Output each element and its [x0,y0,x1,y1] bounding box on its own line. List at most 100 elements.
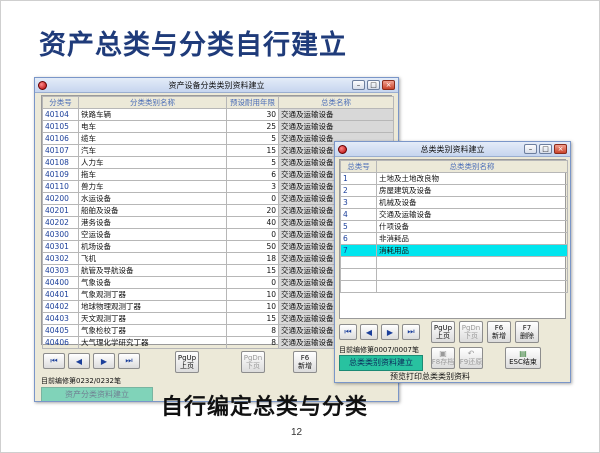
table-cell: 40104 [42,108,79,121]
table-cell: 交通及运输设备 [376,208,568,221]
table-cell: 消耗用品 [376,244,568,257]
page-up-button[interactable]: PgUp 上页 [175,351,199,373]
table-cell: 15 [226,264,279,277]
table-row[interactable]: 4 交通及运输设备 [340,208,568,221]
print-preview-link[interactable]: 预览打印总类类别资料 [390,371,470,382]
table-cell: 15 [226,312,279,325]
table-cell [340,256,377,269]
table-cell: 40106 [42,132,79,145]
delete-key: F7 [522,324,532,332]
page-down-button[interactable]: PgDn 下页 [241,351,265,373]
table-cell: 3 [340,196,377,209]
minimize-button[interactable]: – [524,144,537,154]
table-cell: 25 [226,120,279,133]
last-record-button[interactable]: ⏭ [402,324,420,340]
add-label: 新增 [298,362,312,370]
table-cell: 机场设备 [78,240,227,253]
first-record-button[interactable]: ⏮ [339,324,357,340]
table-row[interactable]: 1 土地及土地改良物 [340,172,568,185]
table-cell: 40109 [42,168,79,181]
table-cell: 港务设备 [78,216,227,229]
table-row[interactable]: 6 非消耗品 [340,232,568,245]
table-row[interactable]: 2 房屋建筑及设备 [340,184,568,197]
table-row[interactable]: 40105 电车 25 交通及运输设备 [42,120,394,133]
table-cell: 非消耗品 [376,232,568,245]
delete-button[interactable]: F7 删除 [515,321,539,343]
column-header: 预设耐用年限 [226,96,279,109]
table-cell: 15 [226,144,279,157]
page-down-button[interactable]: PgDn 下页 [459,321,483,343]
prev-record-button[interactable]: ◀ [68,353,90,369]
table-cell: 什项设备 [376,220,568,233]
table-cell: 40401 [42,288,79,301]
slide: 资产总类与分类自行建立 资产设备分类类别资料建立 – □ × 分类号 分类类别名称… [0,0,600,453]
exit-button[interactable]: ▤ ESC结束 [505,347,541,369]
table-cell: 人力车 [78,156,227,169]
table-cell: 40105 [42,120,79,133]
table-cell: 40202 [42,216,79,229]
first-record-button[interactable]: ⏮ [43,353,65,369]
table-cell: 2 [340,184,377,197]
table-cell: 40303 [42,264,79,277]
table-row[interactable]: 7 消耗用品 [340,244,568,257]
save-button[interactable]: ▣ F8存档 [431,347,455,369]
close-button[interactable]: × [554,144,567,154]
table-row[interactable]: 40104 铁路车辆 30 交通及运输设备 [42,108,394,121]
table-row[interactable]: 3 机械及设备 [340,196,568,209]
table-row[interactable]: 5 什项设备 [340,220,568,233]
table-cell: 气象检校丁器 [78,324,227,337]
next-record-button[interactable]: ▶ [93,353,115,369]
add-button[interactable]: F6 新增 [487,321,511,343]
table-cell: 0 [226,192,279,205]
table-cell [376,268,568,281]
table-cell: 5 [226,156,279,169]
last-record-button[interactable]: ⏭ [118,353,140,369]
table-cell: 机械及设备 [376,196,568,209]
minimize-button[interactable]: – [352,80,365,90]
page-down-label: 下页 [464,332,478,340]
page-up-key: PgUp [433,324,453,332]
category-window-title: 总类类别资料建立 [420,145,485,154]
restore-button[interactable]: ↶ F9还原 [459,347,483,369]
restore-icon: ↶ [467,349,475,358]
table-cell: 土地及土地改良物 [376,172,568,185]
table-cell: 0 [226,276,279,289]
table-cell: 40 [226,216,279,229]
table-cell: 40302 [42,252,79,265]
page-up-label: 上页 [436,332,450,340]
prev-record-button[interactable]: ◀ [360,324,378,340]
exit-icon: ▤ [519,349,527,358]
add-button[interactable]: F6 新增 [293,351,317,373]
page-down-key: PgDn [461,324,481,332]
category-setup-button[interactable]: 总类类别资料建立 [339,355,423,371]
table-cell: 水运设备 [78,192,227,205]
slide-subtitle: 自行编定总类与分类 [161,395,369,420]
table-cell: 40403 [42,312,79,325]
table-cell: 气象设备 [78,276,227,289]
classification-setup-button[interactable]: 资产分类资料建立 [41,387,153,401]
page-down-label: 下页 [246,362,260,370]
save-icon: ▣ [439,349,447,358]
next-record-button[interactable]: ▶ [381,324,399,340]
empty-row [340,280,568,293]
table-cell: 大气理化学研究丁器 [78,336,227,349]
table-cell: 地球物理观测丁器 [78,300,227,313]
table-cell: 拖车 [78,168,227,181]
add-label: 新增 [492,332,506,340]
add-key: F6 [494,324,504,332]
exit-label: ESC结束 [509,358,537,366]
column-header: 总类名称 [278,96,394,109]
table-cell: 交通及运输设备 [278,108,394,121]
page-up-button[interactable]: PgUp 上页 [431,321,455,343]
category-grid[interactable]: 总类号 总类类别名称 1 土地及土地改良物 2 房屋建筑及设备 3 机械及设备 4 交通及运输设… [339,159,568,319]
table-cell: 40108 [42,156,79,169]
close-button[interactable]: × [382,80,395,90]
table-cell: 飞机 [78,252,227,265]
table-cell: 房屋建筑及设备 [376,184,568,197]
classification-window-title: 资产设备分类类别资料建立 [168,81,265,90]
maximize-button[interactable]: □ [539,144,552,154]
table-cell: 6 [340,232,377,245]
table-cell: 电车 [78,120,227,133]
table-cell: 1 [340,172,377,185]
maximize-button[interactable]: □ [367,80,380,90]
